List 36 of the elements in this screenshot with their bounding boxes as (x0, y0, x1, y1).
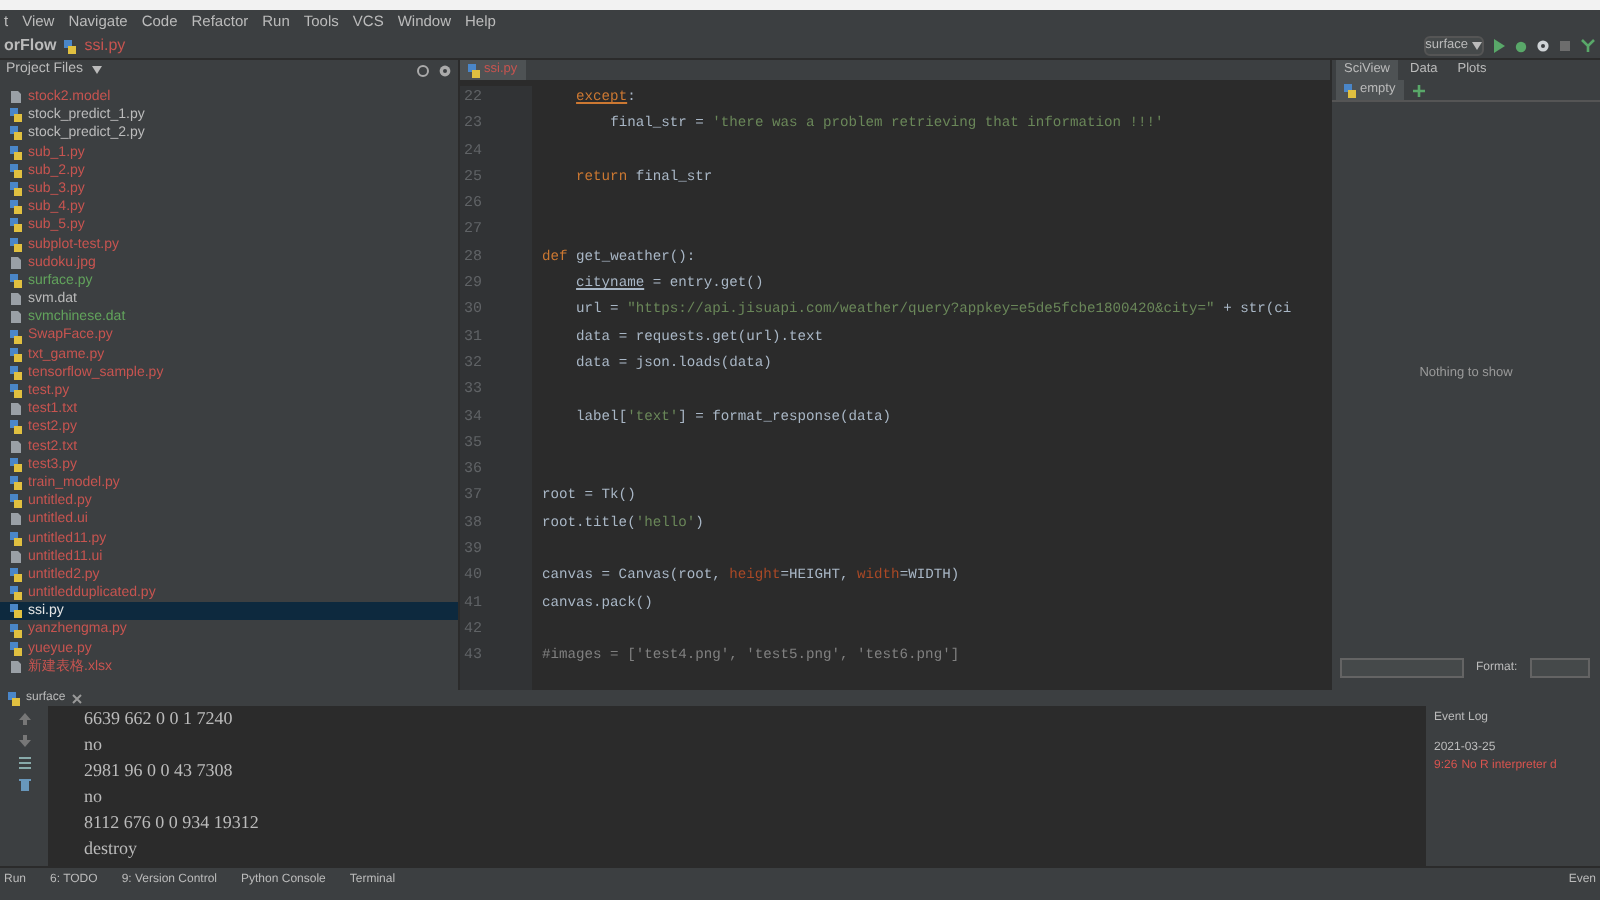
down-arrow-icon[interactable] (17, 734, 31, 748)
input-field[interactable] (1529, 658, 1590, 678)
file-icon (10, 439, 22, 454)
console-output: 8112 676 0 0 934 19312 (84, 810, 261, 836)
file-icon (10, 512, 22, 527)
file-icon (10, 549, 22, 564)
caret-icon[interactable] (91, 66, 102, 74)
console-output: 6639 662 0 0 1 7240 (84, 706, 235, 732)
up-arrow-icon[interactable] (17, 712, 31, 726)
file-icon (10, 90, 22, 105)
python-file-icon (10, 420, 22, 435)
branch-icon[interactable] (1580, 38, 1596, 54)
python-file-icon (64, 39, 77, 53)
stop-icon[interactable] (1558, 38, 1572, 54)
file-icon (10, 255, 22, 270)
python-file-icon (1344, 83, 1356, 97)
console-output: no (84, 732, 104, 758)
file-icon (10, 659, 22, 674)
console-output: 2981 96 0 0 43 7308 (84, 758, 235, 784)
play-icon[interactable] (1492, 38, 1506, 54)
trash-icon[interactable] (17, 778, 31, 792)
console-output: no (84, 784, 104, 810)
python-file-icon (8, 691, 20, 705)
input-field[interactable] (1340, 658, 1464, 678)
target-icon[interactable] (416, 63, 430, 77)
add-icon[interactable] (1411, 83, 1426, 97)
console-output: destroy (84, 836, 139, 862)
python-file-icon (468, 63, 480, 77)
list-icon[interactable] (17, 756, 31, 770)
python-file-icon (10, 273, 22, 288)
python-file-icon (10, 531, 22, 546)
file-icon (10, 402, 22, 417)
breadcrumb-item[interactable]: ssi.py (84, 34, 126, 58)
caret-icon (1472, 42, 1482, 50)
breadcrumb-item[interactable]: orFlow (4, 34, 57, 58)
close-icon[interactable] (71, 693, 82, 703)
